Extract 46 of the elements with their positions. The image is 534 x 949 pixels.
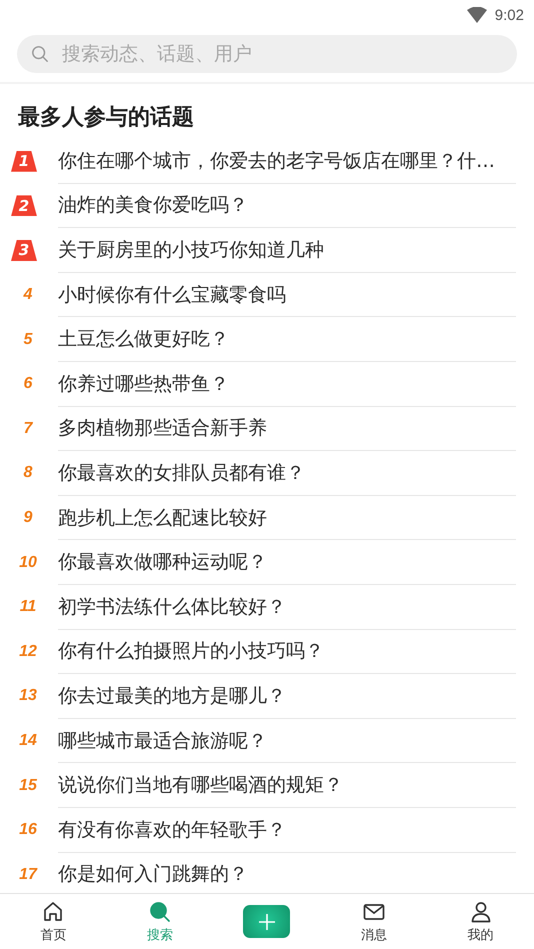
rank-number: 17 (19, 866, 37, 884)
rank-number: 14 (19, 732, 37, 750)
search-icon (31, 45, 49, 63)
search-icon (148, 900, 172, 924)
rank-badge: 3 (11, 240, 37, 261)
topic-title[interactable]: 多肉植物那些适合新手养 (58, 415, 267, 442)
section-title: 最多人参与的话题 (18, 104, 195, 132)
rank-number: 5 (24, 330, 32, 349)
rank-number: 9 (24, 509, 32, 528)
rank-number: 11 (20, 598, 36, 616)
topic-title[interactable]: 你有什么拍摄照片的小技巧吗？ (58, 638, 324, 664)
topic-title[interactable]: 你去过最美的地方是哪儿？ (58, 682, 286, 709)
topic-title[interactable]: 有没有你喜欢的年轻歌手？ (58, 816, 286, 843)
rank-number: 12 (19, 642, 37, 661)
topic-title[interactable]: 油炸的美食你爱吃吗？ (58, 192, 248, 218)
rank-number: 15 (19, 776, 37, 795)
topic-title[interactable]: 说说你们当地有哪些喝酒的规矩？ (58, 772, 343, 798)
topic-title[interactable]: 哪些城市最适合旅游呢？ (58, 728, 267, 754)
rank-number: 10 (19, 554, 37, 572)
rank-number: 13 (19, 687, 37, 706)
topic-title[interactable]: 小时候你有什么宝藏零食吗 (58, 282, 286, 308)
topic-title[interactable]: 你养过哪些热带鱼？ (58, 370, 229, 397)
rank-number: 8 (24, 464, 32, 482)
topic-title[interactable]: 你住在哪个城市，你爱去的老字号饭店在哪里？什… (58, 148, 495, 174)
topic-title[interactable]: 跑步机上怎么配速比较好 (58, 504, 267, 531)
topic-title[interactable]: 你是如何入门跳舞的？ (58, 861, 248, 888)
rank-badge: 1 (11, 150, 37, 172)
status-time: 9:02 (494, 6, 524, 24)
topic-title[interactable]: 你最喜欢做哪种运动呢？ (58, 549, 267, 576)
topic-title[interactable]: 土豆怎么做更好吃？ (58, 326, 229, 352)
rank-number: 4 (24, 286, 32, 304)
nav-tab[interactable]: 消息 (360, 900, 387, 944)
user-icon (468, 900, 493, 924)
topic-title[interactable]: 初学书法练什么体比较好？ (58, 594, 286, 620)
rank-number: 7 (24, 420, 32, 438)
plus-icon (256, 912, 277, 932)
topic-title[interactable]: 你最喜欢的女排队员都有谁？ (58, 460, 305, 486)
rank-number: 16 (19, 821, 37, 840)
rank-badge: 2 (11, 195, 37, 216)
nav-tab[interactable]: 我的 (468, 900, 494, 944)
rank-number: 6 (24, 375, 32, 394)
search-field[interactable]: 搜索动态、话题、用户 (17, 35, 517, 73)
wifi-icon (466, 7, 487, 23)
topic-title[interactable]: 关于厨房里的小技巧你知道几种 (58, 236, 324, 263)
nav-tab[interactable]: 首页 (40, 900, 66, 944)
add-button[interactable] (243, 905, 290, 938)
